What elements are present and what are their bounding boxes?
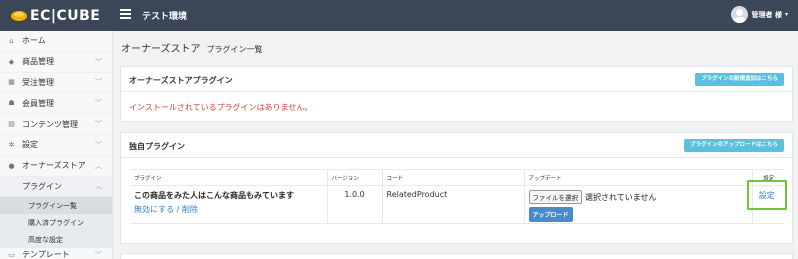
own-plugins-card: 独自プラグイン プラグインのアップロードはこちら プラグイン バージョン コード… xyxy=(120,132,793,244)
column-header-version: バージョン xyxy=(326,169,382,186)
card-title: オーナーズストアプラグイン xyxy=(129,76,233,85)
sidebar-item-label: 会員管理 xyxy=(22,98,54,108)
chevron-down-icon: ﹀ xyxy=(95,78,102,87)
column-header-code: コード xyxy=(381,169,524,186)
cart-icon: ▦ xyxy=(8,78,15,87)
card-title: 独自プラグイン xyxy=(129,142,185,151)
column-header-update: アップデート xyxy=(523,169,752,186)
page-subtitle: プラグイン一覧 xyxy=(206,45,263,54)
plugin-code: RelatedProduct xyxy=(381,185,524,224)
sidebar-item-members[interactable]: ☗ 会員管理 ﹀ xyxy=(0,93,112,115)
plugin-cell: この商品をみた人はこんな商品もみています 無効にする / 削除 xyxy=(130,185,327,224)
plugin-table: プラグイン バージョン コード アップデート 設定 この商品をみた人はこんな商品… xyxy=(130,169,785,224)
sidebar-item-plugin-list[interactable]: プラグイン一覧 xyxy=(0,197,112,215)
brand-name: EC|CUBE xyxy=(30,8,101,24)
sidebar-item-label: 商品管理 xyxy=(22,57,54,67)
chevron-down-icon: ﹀ xyxy=(95,120,102,129)
plugin-name: この商品をみた人はこんな商品もみています xyxy=(134,191,294,200)
table-header-row: プラグイン バージョン コード アップデート 設定 xyxy=(130,169,785,186)
column-header-plugin: プラグイン xyxy=(130,169,327,186)
owners-store-plugins-card: オーナーズストアプラグイン プラグインの新規追加はこちら インストールされている… xyxy=(120,66,793,122)
upload-plugin-button[interactable]: プラグインのアップロードはこちら xyxy=(683,139,784,152)
info-icon: ● xyxy=(8,161,15,170)
page-title: オーナーズストア プラグイン一覧 xyxy=(121,40,263,55)
tag-icon: ◆ xyxy=(8,57,15,66)
link-separator: / xyxy=(176,205,180,214)
card-header: オーナーズストアプラグイン プラグインの新規追加はこちら xyxy=(121,67,792,92)
file-picker: ファイルを選択 選択されていません xyxy=(528,190,748,204)
sidebar-item-label: コンテンツ管理 xyxy=(22,119,78,129)
menu-toggle-icon[interactable] xyxy=(120,9,131,19)
sidebar-item-purchased-plugins[interactable]: 購入済プラグイン xyxy=(0,214,112,232)
card-header: 独自プラグイン プラグインのアップロードはこちら xyxy=(121,133,792,158)
user-menu[interactable]: 管理者 様 ▾ xyxy=(730,6,788,23)
main-content: オーナーズストア プラグイン一覧 オーナーズストアプラグイン プラグインの新規追加… xyxy=(113,31,798,259)
home-icon: ⌂ xyxy=(9,36,14,45)
sidebar-item-label: 高度な設定 xyxy=(28,235,63,244)
chevron-up-icon: ︿ xyxy=(95,182,102,191)
sidebar-item-templates[interactable]: ▭ テンプレート ﹀ xyxy=(0,248,112,259)
sidebar-item-settings[interactable]: ✲ 設定 ﹀ xyxy=(0,135,112,156)
gear-icon: ✲ xyxy=(8,140,15,149)
file-icon: ▤ xyxy=(8,120,15,129)
sidebar-item-home[interactable]: ⌂ ホーム xyxy=(0,31,112,52)
site-name: テスト環境 xyxy=(142,12,188,22)
avatar xyxy=(730,6,748,23)
sidebar-item-label: プラグイン一覧 xyxy=(28,201,77,210)
sidebar-item-products[interactable]: ◆ 商品管理 ﹀ xyxy=(0,52,112,73)
cube-logo-icon xyxy=(11,11,27,21)
top-bar: EC|CUBE テスト環境 管理者 様 ▾ xyxy=(0,0,798,31)
ec-cube-logo[interactable]: EC|CUBE xyxy=(10,7,100,25)
upload-button[interactable]: アップロード xyxy=(528,207,573,222)
file-status: 選択されていません xyxy=(585,192,657,202)
template-icon: ▭ xyxy=(8,250,15,259)
sidebar-item-label: オーナーズストア xyxy=(22,161,86,171)
chevron-down-icon: ▾ xyxy=(784,11,788,18)
chevron-down-icon: ﹀ xyxy=(95,57,102,66)
chevron-down-icon: ﹀ xyxy=(95,140,102,149)
page-title-text: オーナーズストア xyxy=(121,44,201,55)
chevron-down-icon: ﹀ xyxy=(95,250,102,259)
sidebar-item-owners-store[interactable]: ● オーナーズストア ︿ xyxy=(0,156,112,177)
users-icon: ☗ xyxy=(8,99,15,108)
plugin-version: 1.0.0 xyxy=(326,185,382,224)
sidebar-item-orders[interactable]: ▦ 受注管理 ﹀ xyxy=(0,73,112,94)
sidebar-item-contents[interactable]: ▤ コンテンツ管理 ﹀ xyxy=(0,114,112,135)
sidebar-item-label: テンプレート xyxy=(22,250,70,259)
add-plugin-button[interactable]: プラグインの新規追加はこちら xyxy=(694,73,784,86)
sidebar: ⌂ ホーム ◆ 商品管理 ﹀ ▦ 受注管理 ﹀ ☗ 会員管理 ﹀ ▤ コンテンツ… xyxy=(0,31,113,259)
disable-link[interactable]: 無効にする xyxy=(134,205,174,214)
user-name: 管理者 様 xyxy=(751,10,782,19)
sidebar-item-label: プラグイン xyxy=(22,181,62,191)
table-row: この商品をみた人はこんな商品もみています 無効にする / 削除 1.0.0 Re… xyxy=(130,185,785,224)
plugin-actions: 無効にする / 削除 xyxy=(134,204,323,215)
delete-link[interactable]: 削除 xyxy=(182,205,198,214)
sidebar-item-plugins[interactable]: プラグイン ︿ xyxy=(0,176,112,198)
highlight-box xyxy=(747,180,787,210)
chevron-down-icon: ﹀ xyxy=(95,99,102,108)
no-plugins-notice: インストールされているプラグインはありません。 xyxy=(129,103,313,112)
chevron-up-icon: ︿ xyxy=(95,161,102,170)
sidebar-item-label: 受注管理 xyxy=(22,77,54,87)
update-cell: ファイルを選択 選択されていません アップロード xyxy=(523,185,752,224)
choose-file-button[interactable]: ファイルを選択 xyxy=(528,190,582,204)
sidebar-item-label: 購入済プラグイン xyxy=(28,218,84,227)
sidebar-item-label: 設定 xyxy=(22,140,38,150)
sidebar-item-label: ホーム xyxy=(22,36,46,46)
sidebar-item-advanced-settings[interactable]: 高度な設定 xyxy=(0,231,112,249)
next-card xyxy=(120,253,793,259)
